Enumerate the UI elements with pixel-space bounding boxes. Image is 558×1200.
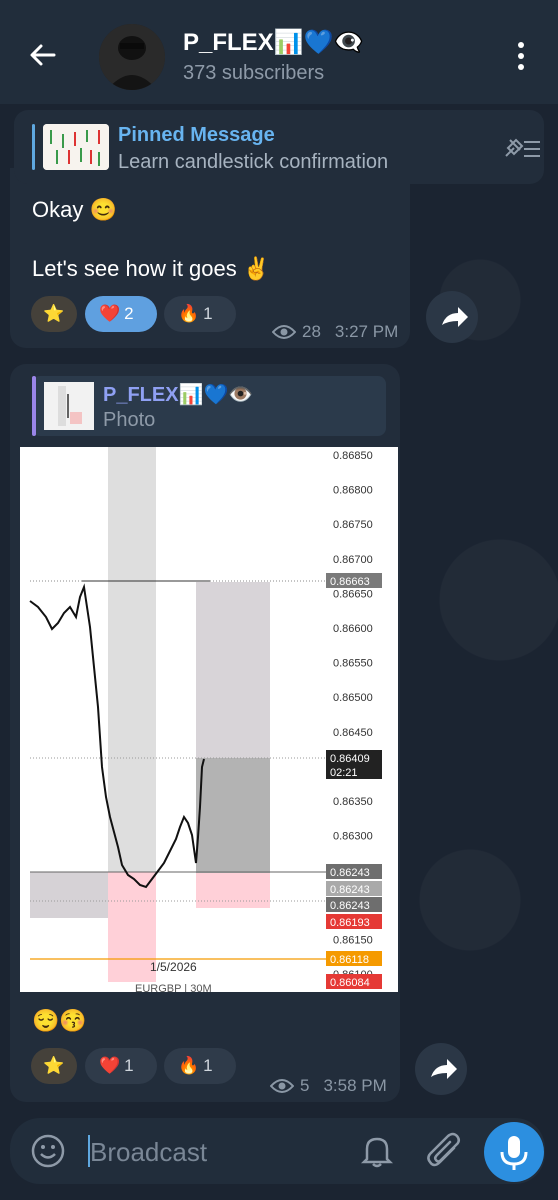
- price-tag: 0.86084: [326, 974, 382, 989]
- svg-text:02:21: 02:21: [330, 767, 358, 779]
- channel-title[interactable]: P_FLEX📊💙👁️‍🗨️: [183, 28, 363, 57]
- price-tag: 0.86243: [326, 897, 382, 912]
- reaction-count: 1: [203, 1056, 213, 1075]
- price-tag: 0.86243: [326, 864, 382, 879]
- price-axis-label: 0.86750: [333, 519, 373, 531]
- chat-header: P_FLEX📊💙👁️‍🗨️ 373 subscribers: [0, 0, 558, 104]
- mic-icon: [500, 1136, 528, 1170]
- forward-type: Photo: [103, 409, 156, 431]
- view-count: 5: [300, 1076, 310, 1095]
- message-text-line: Let's see how it goes ✌️: [32, 256, 271, 281]
- price-axis-label: 0.86450: [333, 727, 373, 739]
- price-axis-label: 0.86650: [333, 588, 373, 600]
- price-tag: 0.86118: [326, 951, 382, 966]
- trading-chart-image: 0.868500.868000.867500.867000.866500.866…: [20, 447, 398, 992]
- message-time: 3:27 PM: [334, 322, 399, 341]
- price-axis-label: 0.86300: [333, 831, 373, 843]
- reaction-count: 2: [124, 304, 134, 323]
- pinned-text: Learn candlestick confirmation: [118, 151, 389, 173]
- price-tag: 0.86193: [326, 914, 382, 929]
- price-axis-label: 0.86550: [333, 658, 373, 670]
- message-text-line: Okay 😊: [32, 197, 117, 222]
- svg-text:0.86084: 0.86084: [330, 977, 370, 989]
- pinned-label: Pinned Message: [118, 124, 275, 146]
- price-tag: 0.86409: [326, 750, 382, 765]
- price-tag: 0.86663: [326, 573, 382, 588]
- mic-button[interactable]: [484, 1122, 544, 1182]
- chart-date-label: 1/5/2026: [150, 960, 197, 974]
- zone-dark: [196, 758, 270, 873]
- pinned-thumbnail: [43, 124, 109, 170]
- forward-indicator: [32, 376, 36, 436]
- price-axis-label: 0.86800: [333, 485, 373, 497]
- svg-text:0.86118: 0.86118: [330, 954, 369, 966]
- reaction-star[interactable]: ⭐: [31, 296, 77, 332]
- pinned-message-bar[interactable]: Pinned Message Learn candlestick confirm…: [14, 110, 544, 184]
- more-vertical-icon[interactable]: [514, 40, 528, 72]
- unpin-icon[interactable]: [502, 134, 542, 162]
- price-axis-label: 0.86500: [333, 692, 373, 704]
- svg-text:0.86243: 0.86243: [330, 867, 370, 879]
- bell-icon[interactable]: [360, 1133, 394, 1169]
- price-tag: 0.86243: [326, 881, 382, 896]
- view-count: 28: [302, 322, 321, 341]
- share-button[interactable]: [415, 1043, 467, 1095]
- eye-icon: [270, 1079, 294, 1093]
- chart-symbol-label: EURGBP | 30M: [135, 983, 212, 992]
- forward-thumbnail: [44, 382, 94, 430]
- reaction-fire[interactable]: 🔥 1: [164, 1048, 236, 1084]
- channel-avatar[interactable]: [99, 24, 165, 90]
- reaction-star[interactable]: ⭐: [31, 1048, 77, 1084]
- forwarded-from[interactable]: P_FLEX📊💙👁️ Photo: [32, 376, 386, 436]
- svg-text:0.86409: 0.86409: [330, 753, 370, 765]
- message-time: 3:58 PM: [323, 1076, 387, 1095]
- forward-source-name: P_FLEX📊💙👁️: [103, 384, 254, 406]
- reaction-heart[interactable]: ❤️ 2: [85, 296, 157, 332]
- price-axis-label: 0.86350: [333, 796, 373, 808]
- message-caption: 😌😚: [32, 1008, 87, 1033]
- share-icon: [442, 307, 468, 327]
- broadcast-input[interactable]: Broadcast: [90, 1137, 207, 1168]
- message-meta: 28 3:27 PM: [272, 322, 398, 342]
- price-axis-label: 0.86150: [333, 934, 373, 946]
- pinned-indicator: [32, 124, 35, 170]
- reaction-heart[interactable]: ❤️ 1: [85, 1048, 157, 1084]
- price-axis-label: 0.86850: [333, 450, 373, 462]
- paperclip-icon[interactable]: [426, 1132, 462, 1170]
- zone-left-grey: [30, 872, 108, 918]
- svg-text:0.86243: 0.86243: [330, 900, 370, 912]
- svg-text:0.86663: 0.86663: [330, 576, 370, 588]
- eye-icon: [272, 325, 296, 339]
- reaction-fire[interactable]: 🔥 1: [164, 296, 236, 332]
- message-input-bar: Broadcast: [10, 1118, 545, 1184]
- svg-text:0.86193: 0.86193: [330, 917, 370, 929]
- svg-text:0.86243: 0.86243: [330, 884, 370, 896]
- price-axis-label: 0.86700: [333, 554, 373, 566]
- reaction-count: 1: [203, 304, 213, 323]
- price-axis-label: 0.86600: [333, 623, 373, 635]
- zone-grey: [108, 447, 156, 872]
- zone-pink: [108, 872, 156, 982]
- reaction-count: 1: [124, 1056, 134, 1075]
- share-button[interactable]: [426, 291, 478, 343]
- emoji-icon[interactable]: [30, 1133, 66, 1169]
- photo-chart[interactable]: 0.86850 0.86800 0.86750 0.86700 0.86650 0.866…: [20, 447, 398, 992]
- share-icon: [431, 1059, 457, 1079]
- zone-upper: [196, 582, 270, 758]
- subscriber-count: 373 subscribers: [183, 62, 325, 84]
- price-tag: 02:21: [326, 764, 382, 779]
- arrow-left-icon[interactable]: [28, 40, 58, 70]
- message-meta: 5 3:58 PM: [270, 1076, 387, 1096]
- zone-loss: [196, 873, 270, 908]
